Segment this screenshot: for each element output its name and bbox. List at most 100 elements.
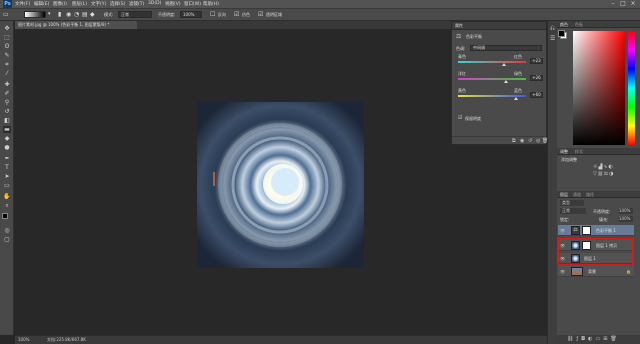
properties-title-bar[interactable]: 属性 <box>452 22 546 30</box>
layers-opacity-input[interactable]: 100% <box>619 208 633 214</box>
healing-brush-tool-icon[interactable]: ✚ <box>3 81 11 88</box>
slider-knob[interactable] <box>503 80 508 83</box>
fill-label: 填充: <box>599 217 609 222</box>
slider-knob[interactable] <box>502 63 507 66</box>
menu-layer[interactable]: 图层(L) <box>72 1 87 7</box>
layer-mask-thumb[interactable] <box>582 226 591 235</box>
eraser-tool-icon[interactable]: ◧ <box>3 117 11 124</box>
close-icon[interactable]: × <box>628 0 638 8</box>
dither-checkbox-icon[interactable]: ☑ <box>234 11 239 18</box>
tab-adjustments[interactable]: 调整 <box>560 149 568 155</box>
quick-mask-icon[interactable]: ◎ <box>3 227 11 234</box>
zoom-tool-icon[interactable]: ⌕ <box>3 202 11 209</box>
color-balance-slider[interactable] <box>458 61 526 63</box>
mode-select[interactable]: 正常 <box>118 11 152 18</box>
image-canvas[interactable] <box>197 102 364 268</box>
transparency-checkbox-icon[interactable]: ☑ <box>258 11 263 18</box>
view-previous-icon[interactable]: ◉ <box>520 138 524 144</box>
slider-value-input[interactable]: +26 <box>530 75 543 81</box>
brush-tool-icon[interactable]: ✐ <box>3 90 11 97</box>
tools-panel: ✥ ⬚ ʘ ✎ ⌗ ⁄ ✚ ✐ ⚲ ↺ ◧ ▬ ◆ ● ✒ T ➤ ▭ ✋ ⌕ … <box>0 21 14 335</box>
move-tool-icon[interactable]: ✥ <box>3 25 11 32</box>
layer-name[interactable]: 背景 <box>588 269 596 275</box>
dodge-tool-icon[interactable]: ● <box>3 144 11 151</box>
layer-kind-filter[interactable]: 类型 <box>560 200 584 206</box>
menu-image[interactable]: 图像(I) <box>53 1 67 7</box>
menu-3d[interactable]: 3D(D) <box>148 1 161 6</box>
gradient-tool-icon[interactable]: ▭ <box>3 11 9 18</box>
tab-channels[interactable]: 通道 <box>573 192 581 198</box>
delete-layer-icon[interactable]: 🗑 <box>610 336 619 342</box>
color-field[interactable] <box>573 31 625 145</box>
eye-icon[interactable]: 👁 <box>560 269 565 274</box>
diamond-gradient-icon[interactable]: ◆ <box>90 11 95 18</box>
preserve-luminosity-checkbox-icon[interactable]: ☑ <box>458 115 462 121</box>
menu-file[interactable]: 文件(F) <box>15 1 30 7</box>
reflected-gradient-icon[interactable]: ▤ <box>82 11 88 18</box>
slider-left-label: 黄色 <box>458 88 466 93</box>
tab-styles[interactable]: 样式 <box>575 149 583 155</box>
tone-select[interactable]: 中间调 <box>470 45 542 51</box>
slider-knob[interactable] <box>513 97 518 100</box>
bw-icon[interactable]: ◑ <box>609 171 614 177</box>
blur-tool-icon[interactable]: ◆ <box>3 135 11 142</box>
menu-view[interactable]: 视图(V) <box>165 1 181 7</box>
link-icon[interactable]: ⛓ <box>567 336 576 342</box>
pen-tool-icon[interactable]: ✒ <box>3 155 11 162</box>
history-brush-tool-icon[interactable]: ↺ <box>3 108 11 115</box>
minimize-icon[interactable]: – <box>608 0 618 8</box>
quick-select-tool-icon[interactable]: ✎ <box>3 52 11 59</box>
type-tool-icon[interactable]: T <box>3 164 11 171</box>
clip-to-layer-icon[interactable]: ⧉ <box>512 138 516 144</box>
maximize-icon[interactable]: □ <box>618 0 628 8</box>
gradient-picker[interactable] <box>24 11 46 18</box>
color-balance-slider[interactable] <box>458 78 526 80</box>
adjustment-layer-thumb: ⚖ <box>571 226 580 235</box>
fg-color-chip[interactable] <box>558 30 565 37</box>
blend-mode-select[interactable]: 正常 <box>560 208 586 214</box>
gradient-tool-icon[interactable]: ▬ <box>3 126 11 133</box>
properties-tab[interactable]: 属性 <box>455 23 463 29</box>
history-icon[interactable]: ⎌ <box>550 25 555 33</box>
crop-tool-icon[interactable]: ⌗ <box>3 61 11 68</box>
properties-icon[interactable]: ☰ <box>550 35 555 42</box>
slider-value-input[interactable]: +23 <box>530 58 543 64</box>
shape-tool-icon[interactable]: ▭ <box>3 182 11 189</box>
angle-gradient-icon[interactable]: ◔ <box>74 11 79 18</box>
fill-input[interactable]: 100% <box>619 216 633 222</box>
zoom-level[interactable]: 100% <box>18 336 29 344</box>
layer-name[interactable]: 色彩平衡 1 <box>596 228 616 234</box>
screen-mode-icon[interactable]: ▢ <box>3 236 11 243</box>
menu-filter[interactable]: 滤镜(T) <box>129 1 144 7</box>
clone-stamp-tool-icon[interactable]: ⚲ <box>3 99 11 106</box>
opacity-input[interactable]: 100% <box>180 11 202 18</box>
path-select-tool-icon[interactable]: ➤ <box>3 173 11 180</box>
visibility-icon[interactable]: ◎ <box>536 138 540 144</box>
menu-select[interactable]: 选择(S) <box>110 1 125 7</box>
tab-color[interactable]: 颜色 <box>560 22 568 28</box>
reverse-checkbox-icon[interactable]: ☐ <box>210 11 215 18</box>
menu-window[interactable]: 窗口(W) <box>184 1 201 7</box>
hue-slider[interactable] <box>628 31 635 145</box>
menu-edit[interactable]: 编辑(E) <box>34 1 49 7</box>
menu-help[interactable]: 帮助(H) <box>203 1 219 7</box>
layer-row[interactable]: 👁 ⚖ 色彩平衡 1 <box>558 225 634 236</box>
reset-icon[interactable]: ↺ <box>528 138 532 144</box>
tab-layers[interactable]: 图层 <box>560 192 568 198</box>
tab-swatches[interactable]: 色板 <box>575 22 583 28</box>
linear-gradient-icon[interactable]: ▮ <box>58 11 61 18</box>
menu-type[interactable]: 文字(Y) <box>91 1 106 7</box>
hand-tool-icon[interactable]: ✋ <box>3 193 11 200</box>
slider-value-input[interactable]: +60 <box>530 92 543 98</box>
eye-icon[interactable]: 👁 <box>560 228 565 233</box>
exposure-icon[interactable]: ◐ <box>609 164 614 170</box>
document-tab[interactable]: 图片素材.jpg @ 100% (色彩平衡 1, 图层蒙版/8) * <box>15 21 137 29</box>
lasso-tool-icon[interactable]: ʘ <box>3 43 11 50</box>
radial-gradient-icon[interactable]: ◉ <box>66 11 71 18</box>
tab-paths[interactable]: 路径 <box>586 192 594 198</box>
eyedropper-tool-icon[interactable]: ⁄ <box>3 70 11 77</box>
foreground-color-swatch[interactable] <box>2 213 8 219</box>
layer-row[interactable]: 👁 背景 🔒 <box>558 266 634 277</box>
marquee-tool-icon[interactable]: ⬚ <box>3 34 11 41</box>
chevron-down-icon[interactable]: ▾ <box>48 11 51 18</box>
